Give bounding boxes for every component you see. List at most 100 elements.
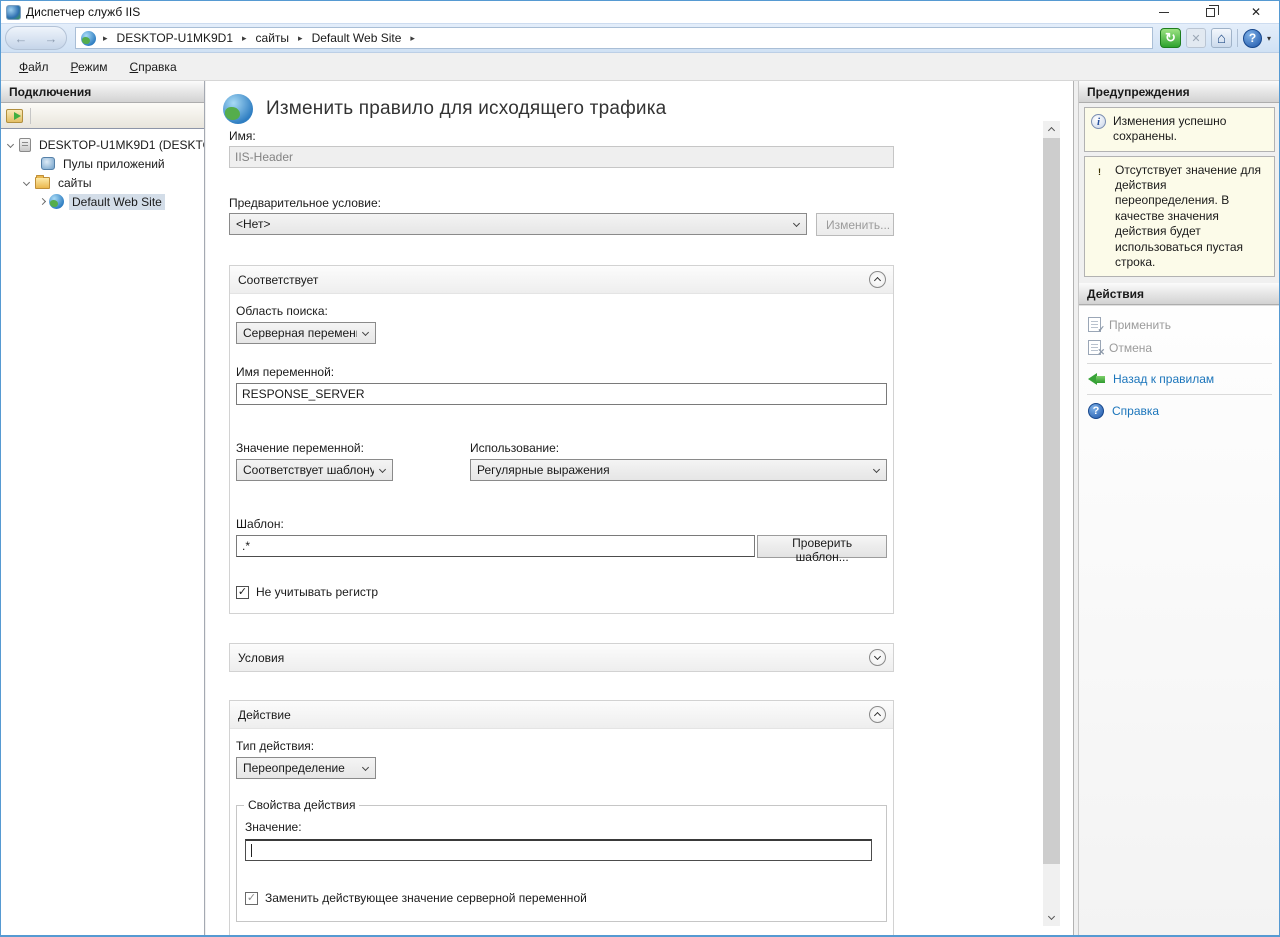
connections-toolbar <box>1 103 204 129</box>
expander-icon[interactable] <box>39 198 46 205</box>
minimize-icon <box>1159 12 1169 13</box>
toolbar-divider <box>30 108 31 124</box>
action-type-select[interactable]: Переопределение <box>236 757 376 779</box>
chevron-down-icon <box>874 653 881 660</box>
nav-buttons: ← → <box>5 26 67 50</box>
scroll-up-button[interactable] <box>1043 121 1060 138</box>
tree-item-app-pools[interactable]: Пулы приложений <box>1 154 204 173</box>
action-type-label: Тип действия: <box>236 739 887 753</box>
menu-file[interactable]: Файл <box>9 55 59 79</box>
address-bar: ← → ▸ DESKTOP-U1MK9D1 ▸ сайты ▸ Default … <box>1 23 1279 53</box>
replace-value-checkbox[interactable]: ✓ <box>245 892 258 905</box>
ignore-case-row: ✓ Не учитывать регистр <box>236 585 887 599</box>
pattern-label: Шаблон: <box>236 517 887 531</box>
refresh-button[interactable]: ↻ <box>1160 28 1181 48</box>
match-section: Соответствует Область поиска: Серверная … <box>229 265 894 614</box>
menu-view[interactable]: Режим <box>61 55 118 79</box>
ignore-case-checkbox[interactable]: ✓ <box>236 586 249 599</box>
breadcrumb-server[interactable]: DESKTOP-U1MK9D1 <box>115 31 235 45</box>
scope-select[interactable]: Серверная переменн <box>236 322 376 344</box>
value-input[interactable] <box>245 839 872 861</box>
conditions-section: Условия <box>229 643 894 672</box>
back-nav-button[interactable]: ← <box>15 32 28 45</box>
chevron-up-icon <box>1048 127 1055 134</box>
restore-button[interactable] <box>1187 1 1233 23</box>
scope-label: Область поиска: <box>236 304 887 318</box>
name-label: Имя: <box>229 129 894 143</box>
variable-value-select[interactable]: Соответствует шаблону <box>236 459 393 481</box>
breadcrumb-sites[interactable]: сайты <box>254 31 292 45</box>
chevron-down-icon <box>793 219 800 226</box>
expander-icon[interactable] <box>23 179 30 186</box>
ignore-case-label: Не учитывать регистр <box>256 585 378 599</box>
menu-help[interactable]: Справка <box>120 55 187 79</box>
connections-tree: DESKTOP-U1MK9D1 (DESKTOI Пулы приложений… <box>1 129 204 211</box>
warning-alert-text: Отсутствует значение для действия переоп… <box>1115 163 1268 271</box>
toolbar-divider <box>1237 29 1238 47</box>
address-toolbar: ↻ ✕ ⌂ ? ▾ <box>1160 28 1271 48</box>
match-section-header[interactable]: Соответствует <box>230 266 893 293</box>
conditions-section-header[interactable]: Условия <box>230 644 893 671</box>
pattern-input[interactable] <box>236 535 755 557</box>
value-label: Значение: <box>245 820 872 834</box>
help-icon[interactable]: ? <box>1243 29 1262 48</box>
forward-nav-button[interactable]: → <box>45 32 58 45</box>
replace-value-row: ✓ Заменить действующее значение серверно… <box>245 891 872 905</box>
app-icon <box>6 5 21 20</box>
connections-header: Подключения <box>1 81 204 103</box>
tree-item-default-web-site[interactable]: Default Web Site <box>1 192 204 211</box>
scroll-down-button[interactable] <box>1043 909 1060 926</box>
warning-icon: ! <box>1091 164 1108 179</box>
action-properties-legend: Свойства действия <box>244 798 359 812</box>
action-section: Действие Тип действия: Переопределение С… <box>229 700 894 935</box>
save-connection-icon[interactable] <box>6 109 23 123</box>
help-link[interactable]: ? Справка <box>1087 399 1272 423</box>
close-icon: ✕ <box>1251 6 1261 18</box>
action-section-header[interactable]: Действие <box>230 701 893 728</box>
expand-button[interactable] <box>869 649 886 666</box>
window-controls: ✕ <box>1141 1 1279 23</box>
help-dropdown-caret[interactable]: ▾ <box>1267 34 1271 43</box>
chevron-down-icon <box>362 763 369 770</box>
feature-globe-icon <box>223 94 253 124</box>
test-pattern-button[interactable]: Проверить шаблон... <box>757 535 887 558</box>
name-input <box>229 146 894 168</box>
sites-folder-icon <box>35 177 50 189</box>
warning-alert: ! Отсутствует значение для действия пере… <box>1084 156 1275 278</box>
collapse-button[interactable] <box>869 706 886 723</box>
home-button[interactable]: ⌂ <box>1211 28 1232 48</box>
info-icon: i <box>1091 114 1106 129</box>
cancel-icon: ✕ <box>1088 340 1101 355</box>
chevron-down-icon <box>379 465 386 472</box>
collapse-button[interactable] <box>869 271 886 288</box>
server-icon <box>19 138 31 152</box>
iis-manager-window: Диспетчер служб IIS ✕ ← → ▸ DESKTOP-U1MK… <box>0 0 1280 937</box>
breadcrumb[interactable]: ▸ DESKTOP-U1MK9D1 ▸ сайты ▸ Default Web … <box>75 27 1153 49</box>
stop-button: ✕ <box>1186 28 1206 48</box>
warnings-header: Предупреждения <box>1079 81 1280 103</box>
minimize-button[interactable] <box>1141 1 1187 23</box>
tree-item-server[interactable]: DESKTOP-U1MK9D1 (DESKTOI <box>1 135 204 154</box>
help-icon: ? <box>1088 403 1104 419</box>
scrollbar-thumb[interactable] <box>1043 138 1060 864</box>
vertical-scrollbar[interactable] <box>1043 121 1060 926</box>
usage-select[interactable]: Регулярные выражения <box>470 459 887 481</box>
info-alert-text: Изменения успешно сохранены. <box>1113 114 1268 145</box>
variable-name-input[interactable] <box>236 383 887 405</box>
expander-icon[interactable] <box>7 141 14 148</box>
tree-item-sites[interactable]: сайты <box>1 173 204 192</box>
cancel-button: ✕ Отмена <box>1087 336 1272 359</box>
connections-panel: Подключения DESKTOP-U1MK9D1 (DESKTOI Пул… <box>1 81 205 935</box>
back-to-rules-link[interactable]: Назад к правилам <box>1087 368 1272 390</box>
window-title: Диспетчер служб IIS <box>26 5 140 19</box>
breadcrumb-separator: ▸ <box>407 33 418 44</box>
close-button[interactable]: ✕ <box>1233 1 1279 23</box>
precondition-select[interactable]: <Нет> <box>229 213 807 235</box>
apply-button: ✓ Применить <box>1087 313 1272 336</box>
app-pools-icon <box>41 157 55 170</box>
main-content: Изменить правило для исходящего трафика … <box>206 81 1074 935</box>
action-properties-group: Свойства действия Значение: ✓ Заменить д… <box>236 805 887 922</box>
breadcrumb-site[interactable]: Default Web Site <box>310 31 404 45</box>
titlebar: Диспетчер служб IIS ✕ <box>1 1 1279 23</box>
info-alert: i Изменения успешно сохранены. <box>1084 107 1275 152</box>
